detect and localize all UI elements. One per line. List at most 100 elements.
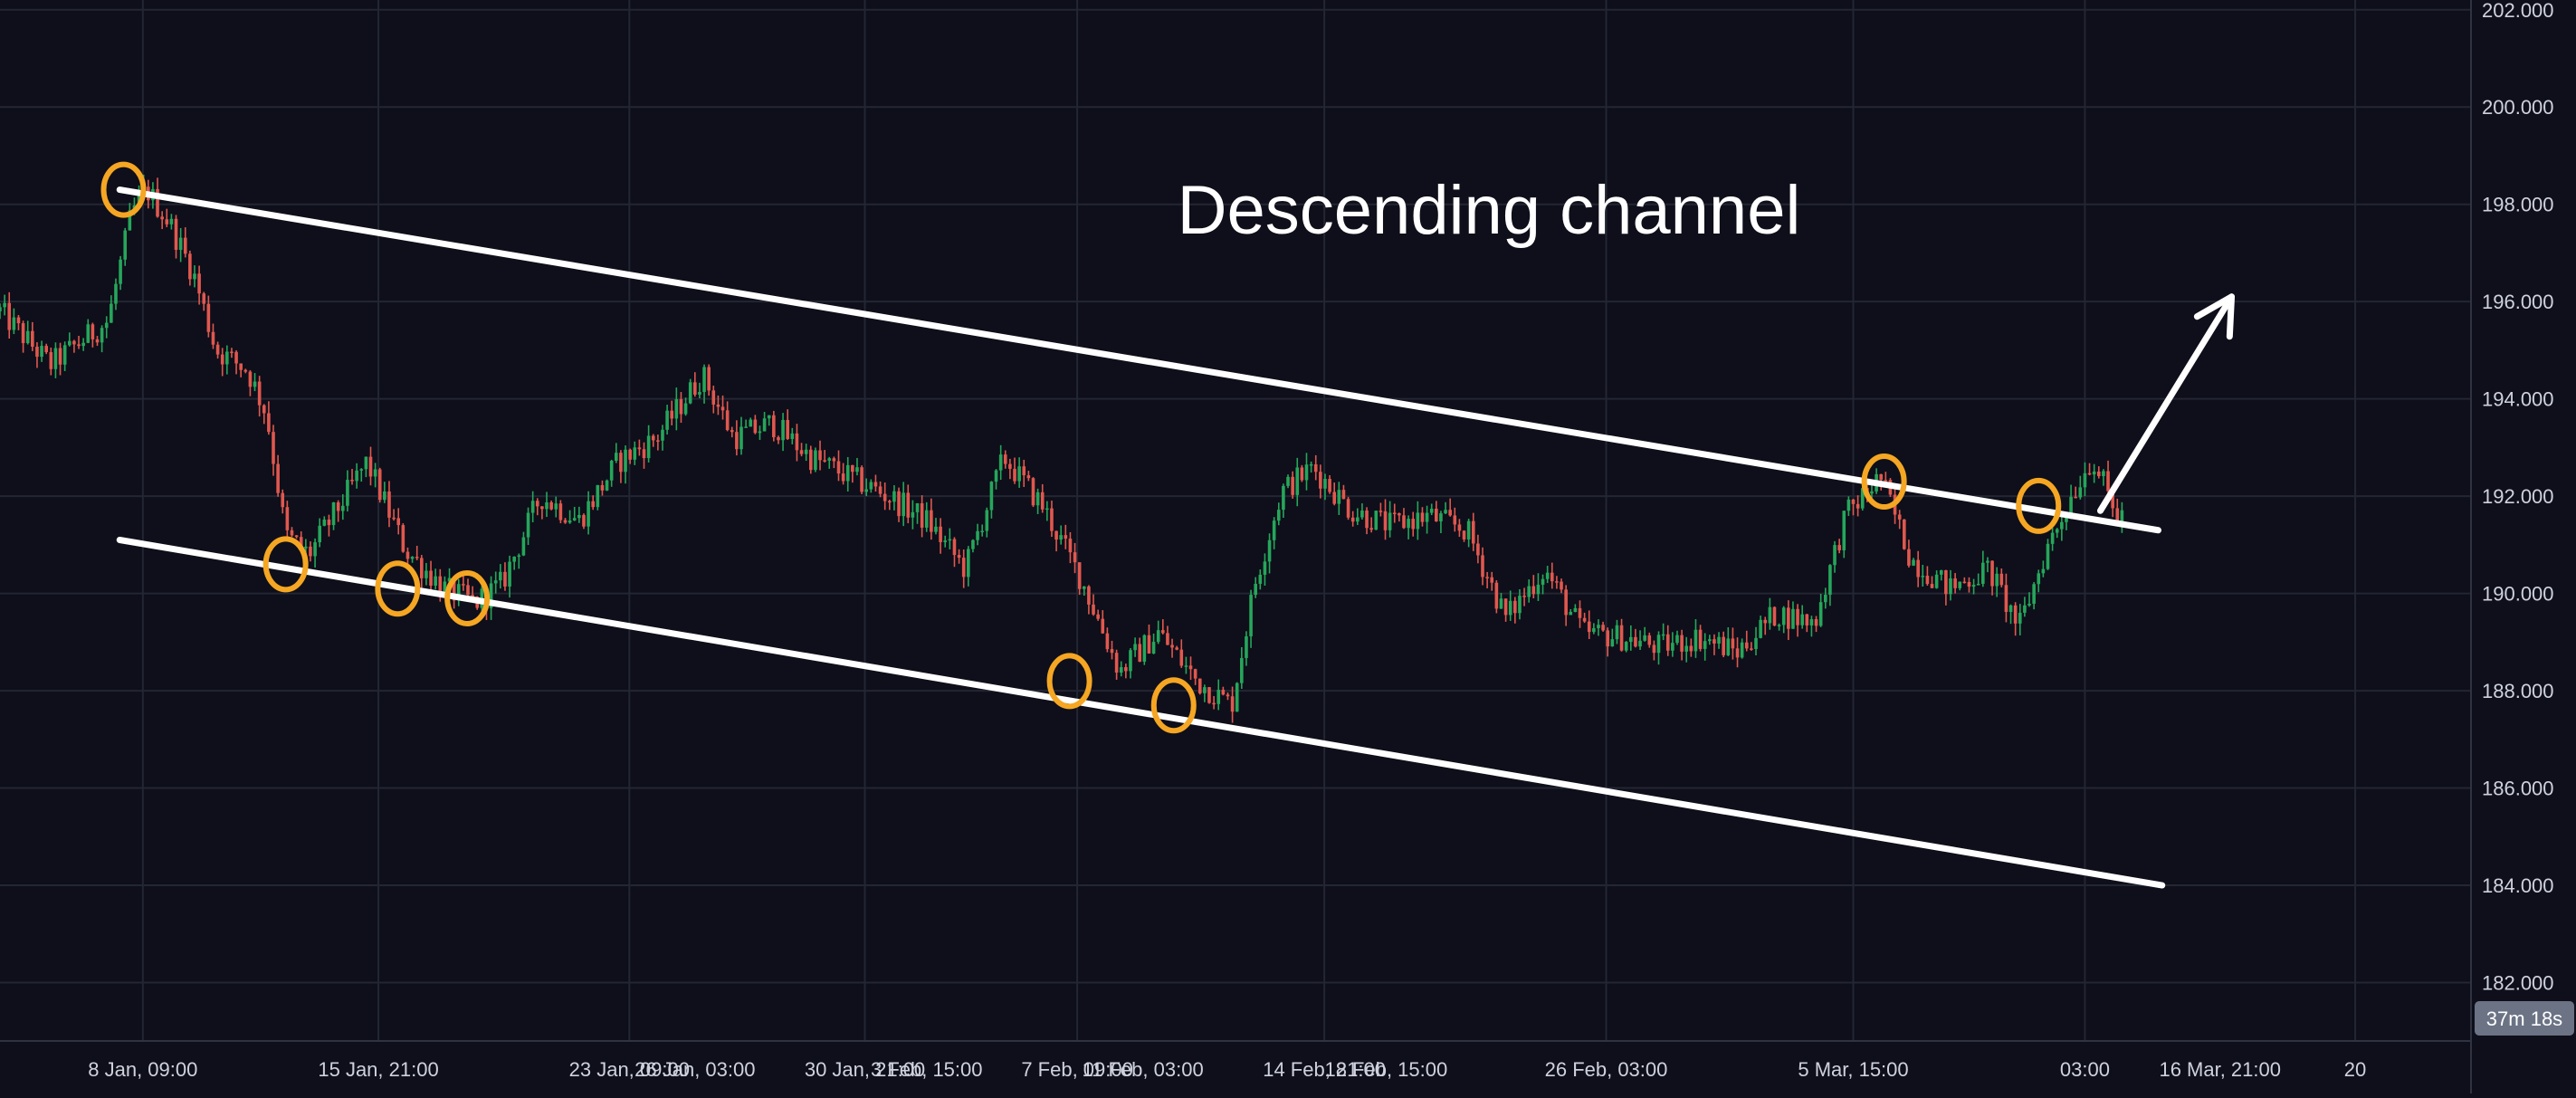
candle-body — [656, 440, 660, 442]
candle-body — [1851, 499, 1856, 504]
candle-body — [313, 542, 317, 557]
candle-body — [1934, 574, 1939, 588]
candle-body — [225, 351, 229, 365]
candle-body — [1245, 635, 1248, 658]
candle-body — [1842, 511, 1846, 550]
candle-body — [309, 546, 312, 557]
candle-body — [1573, 607, 1578, 612]
candle-body — [1601, 625, 1605, 631]
candle-body — [211, 331, 215, 345]
candle-body — [1916, 559, 1920, 578]
candle-body — [1665, 634, 1670, 651]
candle-body — [836, 461, 841, 474]
candle-body — [1471, 520, 1475, 544]
candle-body — [1402, 515, 1406, 529]
price-tick-label: 186.000 — [2482, 778, 2554, 800]
candle-body — [1490, 577, 1494, 583]
candle-body — [720, 406, 725, 411]
candle-body — [2087, 473, 2092, 475]
candle-body — [40, 346, 43, 358]
candle-body — [749, 419, 753, 427]
candle-body — [1953, 578, 1957, 588]
candle-body — [930, 510, 933, 532]
candle-body — [1082, 586, 1086, 589]
candle-body — [1054, 530, 1058, 540]
candle-body — [823, 460, 826, 462]
candle-body — [1805, 614, 1809, 625]
candle-body — [318, 525, 321, 543]
candle-body — [493, 580, 498, 584]
candle-body — [808, 449, 813, 471]
candle-body — [267, 413, 271, 433]
candle-body — [35, 346, 39, 358]
candle-body — [1332, 492, 1336, 504]
candle-body — [1582, 617, 1587, 622]
candle-body — [1350, 517, 1355, 522]
candle-body — [160, 216, 164, 220]
candle-body — [1503, 598, 1508, 616]
candle-body — [716, 404, 720, 407]
candle-body — [869, 482, 873, 490]
candle-body — [1096, 614, 1100, 619]
candle-body — [762, 418, 767, 432]
candle-body — [994, 470, 998, 482]
candle-body — [1481, 555, 1484, 578]
candle-body — [1740, 642, 1744, 658]
candle-body — [707, 367, 711, 391]
candle-body — [49, 352, 53, 369]
candle-body — [31, 330, 34, 347]
candle-body — [2008, 605, 2013, 613]
candle-body — [290, 530, 294, 536]
candle-body — [1944, 569, 1948, 595]
candle-body — [1309, 463, 1313, 466]
candle-body — [1216, 690, 1221, 704]
candle-body — [1197, 678, 1202, 693]
candle-body — [327, 519, 331, 526]
candle-body — [614, 453, 618, 462]
candle-body — [174, 218, 178, 251]
candle-body — [1439, 513, 1443, 521]
candle-body — [628, 449, 632, 460]
candle-body — [1193, 669, 1197, 679]
candle-body — [1809, 619, 1814, 625]
candle-body — [1369, 528, 1373, 530]
chart-root: Descending channel 182.000 184.000 186.000… — [0, 0, 2576, 1093]
candle-body — [1207, 687, 1211, 703]
candle-body — [526, 512, 530, 538]
candle-body — [1087, 586, 1091, 605]
candle-body — [1522, 596, 1526, 597]
candle-body — [1787, 607, 1790, 629]
candle-body — [957, 555, 961, 559]
candle-body — [892, 491, 896, 502]
candle-body — [1114, 653, 1119, 673]
candle-body — [462, 584, 465, 586]
candle-body — [1101, 618, 1105, 634]
time-tick-label: 15 Jan, 21:00 — [318, 1058, 438, 1081]
candle-body — [795, 433, 799, 451]
candle-body — [600, 484, 605, 491]
candle-body — [1990, 560, 1994, 587]
candle-body — [1124, 667, 1128, 672]
price-tick-label: 182.000 — [2482, 972, 2554, 995]
candle-body — [1411, 519, 1416, 530]
candle-body — [1527, 586, 1531, 597]
candle-body — [1703, 641, 1707, 649]
candle-body — [1763, 619, 1768, 624]
candle-body — [253, 381, 257, 387]
candle-body — [1995, 573, 1999, 587]
candle-body — [1545, 572, 1550, 579]
candle-body — [646, 435, 651, 459]
candle-body — [1962, 581, 1967, 584]
candle-body — [1513, 600, 1517, 614]
candle-body — [1629, 636, 1633, 643]
candle-body — [1684, 645, 1689, 652]
candle-body — [1003, 454, 1007, 464]
candle-body — [1750, 648, 1753, 650]
candle-body — [948, 539, 952, 541]
candle-body — [832, 458, 836, 462]
candle-body — [980, 530, 984, 533]
candlestick-chart[interactable]: Descending channel 182.000 184.000 186.000… — [0, 0, 2576, 1093]
candle-body — [1031, 478, 1035, 506]
candle-body — [878, 486, 883, 494]
candle-body — [1435, 508, 1438, 521]
